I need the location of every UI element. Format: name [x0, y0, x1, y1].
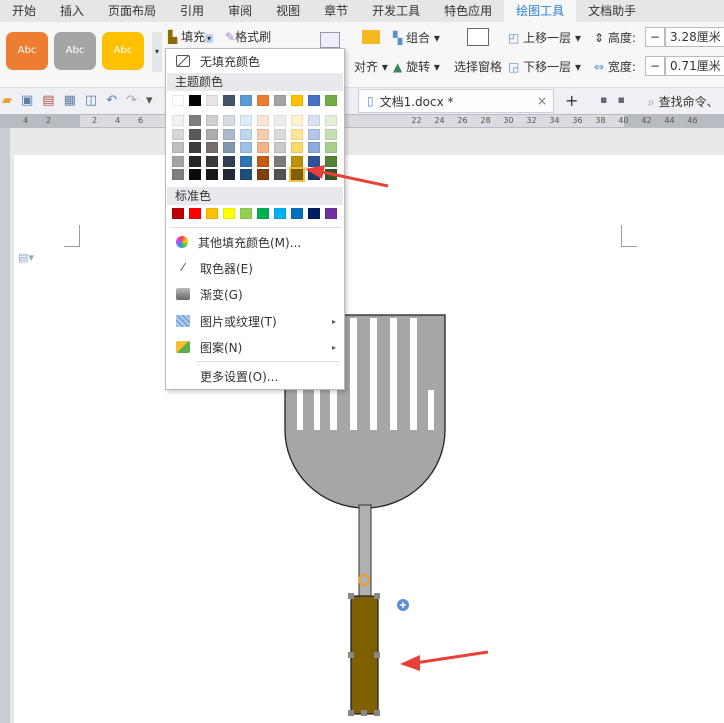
color-swatch[interactable]	[291, 95, 303, 106]
color-swatch[interactable]	[189, 169, 201, 180]
submenu-arrow-icon: ▸	[331, 342, 336, 352]
more-colors-item[interactable]: 其他填充颜色(M)...	[166, 230, 344, 254]
pattern-icon	[176, 341, 190, 353]
color-swatch[interactable]	[240, 155, 252, 167]
gradient-label: 渐变(G)	[200, 287, 243, 302]
color-swatch[interactable]	[223, 208, 235, 219]
more-settings-label: 更多设置(O)...	[200, 369, 279, 384]
color-swatch[interactable]	[172, 95, 184, 106]
color-swatch[interactable]	[172, 128, 184, 140]
picture-texture-item[interactable]: 图片或纹理(T) ▸	[166, 309, 344, 333]
color-swatch[interactable]	[240, 128, 252, 140]
spatula-handle[interactable]	[350, 595, 379, 715]
color-swatch[interactable]	[206, 95, 218, 106]
color-swatch[interactable]	[274, 155, 286, 167]
color-swatch[interactable]	[189, 142, 201, 153]
red-arrow-annotation	[305, 165, 389, 188]
color-swatch[interactable]	[308, 115, 320, 126]
color-swatch[interactable]	[308, 208, 320, 219]
color-swatch[interactable]	[257, 169, 269, 180]
no-fill-icon	[176, 55, 190, 67]
eyedropper-label: 取色器(E)	[200, 261, 253, 276]
color-swatch[interactable]	[172, 208, 184, 219]
color-swatch[interactable]	[274, 208, 286, 219]
no-fill-label: 无填充颜色	[200, 54, 261, 69]
color-swatch[interactable]	[172, 155, 184, 167]
color-swatch[interactable]	[257, 128, 269, 140]
color-swatch[interactable]	[308, 95, 320, 106]
color-swatch[interactable]	[325, 115, 337, 126]
color-swatch[interactable]	[172, 169, 184, 180]
color-swatch[interactable]	[223, 155, 235, 167]
color-swatch[interactable]	[189, 115, 201, 126]
color-wheel-icon	[176, 236, 188, 248]
fill-dropdown-menu: 无填充颜色 主题颜色 标准色 其他填充颜色(M)... ⁄ 取色器(E) 渐变(G…	[165, 48, 345, 390]
color-swatch[interactable]	[274, 128, 286, 140]
color-swatch[interactable]	[206, 208, 218, 219]
color-swatch[interactable]	[240, 208, 252, 219]
add-icon[interactable]	[397, 599, 409, 611]
color-swatch[interactable]	[325, 208, 337, 219]
picture-texture-label: 图片或纹理(T)	[200, 314, 277, 329]
color-swatch[interactable]	[274, 95, 286, 106]
color-swatch[interactable]	[291, 142, 303, 153]
gradient-item[interactable]: 渐变(G)	[166, 282, 344, 306]
color-swatch[interactable]	[291, 128, 303, 140]
eyedropper-icon: ⁄	[182, 261, 184, 274]
color-swatch[interactable]	[206, 115, 218, 126]
no-fill-item[interactable]: 无填充颜色	[166, 49, 344, 73]
gradient-icon	[176, 288, 190, 300]
more-settings-item[interactable]: 更多设置(O)...	[166, 364, 344, 388]
pattern-item[interactable]: 图案(N) ▸	[166, 335, 344, 359]
color-swatch[interactable]	[291, 208, 303, 219]
color-swatch[interactable]	[189, 95, 201, 106]
color-swatch[interactable]	[223, 128, 235, 140]
color-swatch[interactable]	[223, 95, 235, 106]
color-swatch[interactable]	[189, 155, 201, 167]
color-swatch[interactable]	[223, 169, 235, 180]
divider	[196, 361, 340, 362]
color-swatch[interactable]	[223, 115, 235, 126]
color-swatch[interactable]	[223, 142, 235, 153]
color-swatch[interactable]	[308, 128, 320, 140]
color-swatch[interactable]	[291, 115, 303, 126]
texture-icon	[176, 315, 190, 327]
color-swatch[interactable]	[189, 128, 201, 140]
color-swatch[interactable]	[257, 142, 269, 153]
color-swatch[interactable]	[257, 208, 269, 219]
pattern-label: 图案(N)	[200, 340, 243, 355]
color-swatch[interactable]	[189, 208, 201, 219]
color-swatch[interactable]	[274, 169, 286, 180]
color-swatch[interactable]	[240, 115, 252, 126]
color-swatch[interactable]	[274, 142, 286, 153]
color-swatch[interactable]	[206, 169, 218, 180]
color-swatch[interactable]	[206, 128, 218, 140]
color-swatch[interactable]	[240, 95, 252, 106]
color-swatch[interactable]	[240, 142, 252, 153]
color-swatch[interactable]	[325, 128, 337, 140]
eyedropper-item[interactable]: ⁄ 取色器(E)	[166, 256, 344, 280]
color-swatch[interactable]	[257, 95, 269, 106]
theme-colors-header: 主题颜色	[167, 73, 343, 91]
color-swatch[interactable]	[257, 155, 269, 167]
color-swatch[interactable]	[257, 115, 269, 126]
spatula-drawing	[284, 314, 489, 716]
color-swatch[interactable]	[240, 169, 252, 180]
color-swatch[interactable]	[325, 95, 337, 106]
color-swatch[interactable]	[172, 142, 184, 153]
color-swatch[interactable]	[325, 142, 337, 153]
color-swatch[interactable]	[274, 115, 286, 126]
color-swatch[interactable]	[206, 142, 218, 153]
color-swatch[interactable]	[172, 115, 184, 126]
color-swatch[interactable]	[308, 142, 320, 153]
divider	[170, 227, 340, 228]
submenu-arrow-icon: ▸	[331, 316, 336, 326]
more-colors-label: 其他填充颜色(M)...	[198, 235, 302, 250]
red-arrow-annotation	[400, 650, 489, 671]
color-swatch[interactable]	[206, 155, 218, 167]
